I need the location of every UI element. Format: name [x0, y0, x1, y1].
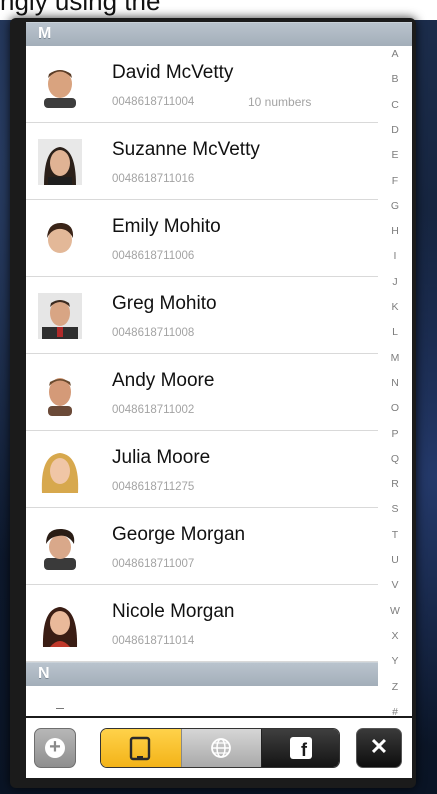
contact-list[interactable]: M David McVetty 0048618711004 10 numbers… [26, 22, 412, 716]
contact-phone: 0048618711014 [112, 635, 195, 647]
contact-name: Nicole Morgan [112, 601, 235, 622]
woman-avatar-icon [38, 139, 82, 185]
index-letter[interactable]: V [378, 579, 412, 591]
add-contact-button[interactable]: + [34, 728, 76, 768]
index-letter[interactable]: U [378, 554, 412, 566]
contact-name: Emily Mohito [112, 216, 221, 237]
man-avatar-icon [38, 370, 82, 416]
contact-name: Andy Moore [112, 370, 215, 391]
index-letter[interactable]: I [378, 250, 412, 262]
section-header-label: N [38, 665, 50, 682]
contact-row[interactable]: David McVetty 0048618711004 10 numbers [26, 46, 378, 123]
contact-row[interactable]: Julia Moore 0048618711275 [26, 431, 378, 508]
plus-icon: + [45, 737, 65, 758]
bottom-toolbar: + f ✕ [26, 718, 412, 778]
contact-row[interactable]: Emily Mohito 0048618711006 [26, 200, 378, 277]
contact-name: Suzanne McVetty [112, 139, 260, 160]
index-letter[interactable]: Q [378, 453, 412, 465]
index-letter[interactable]: H [378, 225, 412, 237]
section-header-label: M [38, 25, 52, 42]
contact-phone: 0048618711016 [112, 173, 195, 185]
contact-phone: 0048618711275 [112, 481, 195, 493]
index-letter[interactable]: A [378, 48, 412, 60]
index-letter[interactable]: # [378, 706, 412, 716]
woman-avatar-icon [38, 216, 82, 262]
segment-facebook[interactable]: f [261, 729, 339, 767]
index-letter[interactable]: K [378, 301, 412, 313]
facebook-glyph: f [301, 740, 308, 760]
alphabet-index[interactable]: A B C D E F G H I J K L M N O P Q R S T U V W X Y Z # [378, 46, 412, 716]
index-letter[interactable]: R [378, 478, 412, 490]
section-header-n: N [26, 662, 412, 686]
index-letter[interactable]: G [378, 200, 412, 212]
contact-phone: 0048618711006 [112, 250, 195, 262]
index-letter[interactable]: T [378, 529, 412, 541]
segment-device[interactable] [101, 729, 181, 767]
woman-avatar-icon [38, 447, 82, 493]
index-letter[interactable]: C [378, 99, 412, 111]
contact-number-count: 10 numbers [248, 95, 312, 109]
index-letter[interactable]: B [378, 73, 412, 85]
contact-name: David McVetty [112, 62, 234, 83]
contact-name: George Morgan [112, 524, 246, 545]
contact-name: Julia Moore [112, 447, 211, 468]
index-letter[interactable]: S [378, 503, 412, 515]
contact-phone: 0048618711008 [112, 327, 195, 339]
section-header-m: M [26, 22, 412, 46]
background-text: ngly using the [0, 0, 161, 16]
index-letter[interactable]: F [378, 175, 412, 187]
close-button[interactable]: ✕ [356, 728, 402, 768]
index-letter[interactable]: O [378, 402, 412, 414]
index-letter[interactable]: X [378, 630, 412, 642]
background-text-strip: ngly using the [0, 0, 437, 20]
contact-phone: 0048618711004 [112, 96, 195, 108]
index-letter[interactable]: N [378, 377, 412, 389]
index-letter[interactable]: W [378, 605, 412, 617]
index-letter[interactable]: Y [378, 655, 412, 667]
contact-row[interactable]: Greg Mohito 0048618711008 [26, 277, 378, 354]
contact-row[interactable]: Andy Moore 0048618711002 [26, 354, 378, 431]
contact-row[interactable]: George Morgan 0048618711007 [26, 508, 378, 585]
segment-globe[interactable] [181, 729, 261, 767]
index-letter[interactable]: L [378, 326, 412, 338]
index-letter[interactable]: M [378, 352, 412, 364]
man-avatar-icon [38, 62, 82, 108]
globe-icon [211, 738, 231, 758]
list-continuation-mark [56, 708, 64, 709]
man-avatar-icon [38, 524, 82, 570]
device-icon [129, 736, 151, 761]
contact-phone: 0048618711007 [112, 558, 195, 570]
woman-avatar-icon [38, 601, 82, 647]
contact-phone: 0048618711002 [112, 404, 195, 416]
index-letter[interactable]: Z [378, 681, 412, 693]
contact-name: Greg Mohito [112, 293, 217, 314]
index-letter[interactable]: J [378, 276, 412, 288]
facebook-icon: f [290, 737, 312, 760]
man-avatar-icon [38, 293, 82, 339]
index-letter[interactable]: E [378, 149, 412, 161]
index-letter[interactable]: P [378, 428, 412, 440]
source-segmented-control: f [100, 728, 340, 768]
index-letter[interactable]: D [378, 124, 412, 136]
contact-row[interactable]: Suzanne McVetty 0048618711016 [26, 123, 378, 200]
contact-row[interactable]: Nicole Morgan 0048618711014 [26, 585, 378, 662]
